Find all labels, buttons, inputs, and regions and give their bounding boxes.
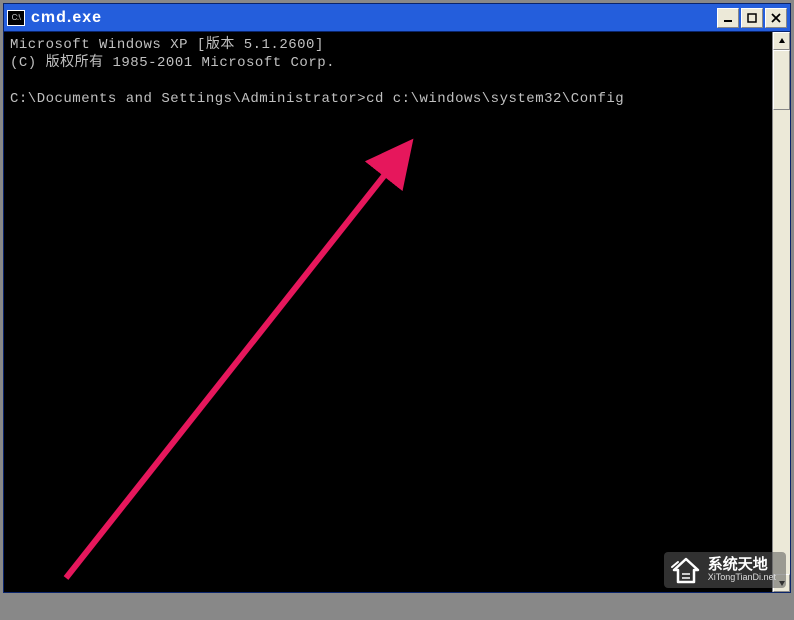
console-prompt: C:\Documents and Settings\Administrator> [10,91,366,107]
house-icon [670,556,702,584]
watermark-url: XiTongTianDi.net [708,572,776,583]
console-line: Microsoft Windows XP [版本 5.1.2600] [10,37,324,53]
vertical-scrollbar[interactable] [772,32,790,592]
scroll-up-button[interactable] [773,32,790,50]
console-line: (C) 版权所有 1985-2001 Microsoft Corp. [10,55,335,71]
window-controls [717,8,787,28]
scroll-thumb[interactable] [773,50,790,110]
maximize-button[interactable] [741,8,763,28]
console-area: Microsoft Windows XP [版本 5.1.2600] (C) 版… [4,32,790,592]
cmd-icon: C:\ [7,10,25,26]
watermark: 系统天地 XiTongTianDi.net [664,552,786,588]
console-command: cd c:\windows\system32\Config [366,91,624,107]
minimize-button[interactable] [717,8,739,28]
titlebar[interactable]: C:\ cmd.exe [4,4,790,32]
watermark-text: 系统天地 XiTongTianDi.net [708,557,776,583]
watermark-title: 系统天地 [708,557,776,572]
cmd-window: C:\ cmd.exe Microsoft Windows XP [版本 5.1… [3,3,791,593]
close-button[interactable] [765,8,787,28]
window-title: cmd.exe [31,9,717,27]
console-output[interactable]: Microsoft Windows XP [版本 5.1.2600] (C) 版… [4,32,772,592]
scroll-track[interactable] [773,50,790,574]
